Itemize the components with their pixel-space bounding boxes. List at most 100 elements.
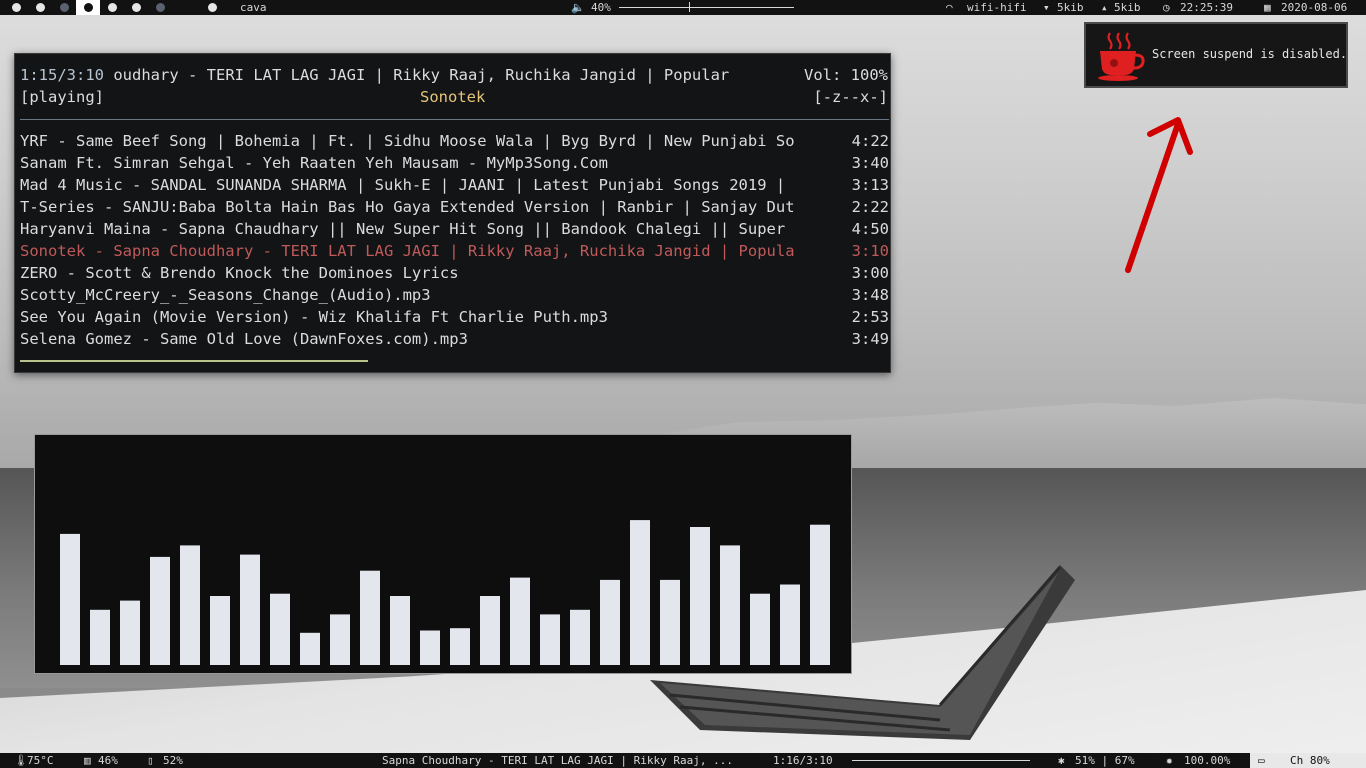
gamma-level[interactable]: 100.00%	[1184, 753, 1230, 768]
track-title: Haryanvi Maina - Sapna Chaudhary || New …	[20, 220, 786, 238]
notification-popup[interactable]: Screen suspend is disabled.	[1084, 22, 1348, 88]
visualizer-bar	[720, 545, 740, 665]
window-title: cava	[240, 1, 267, 14]
track-duration: 3:48	[851, 286, 889, 304]
battery-indicator: ▭ Ch 80%	[1250, 753, 1366, 768]
thermometer-icon: 🌡	[14, 754, 28, 767]
visualizer-bar	[120, 600, 140, 665]
track-duration: 4:50	[851, 220, 889, 238]
audio-visualizer-window[interactable]	[34, 434, 852, 674]
calendar-date[interactable]: 2020-08-06	[1281, 0, 1347, 15]
playlist-row-current[interactable]: Sonotek - Sapna Choudhary - TERI LAT LAG…	[20, 242, 889, 264]
player-volume[interactable]: Vol: 100%	[804, 66, 888, 84]
wifi-label[interactable]: wifi-hifi	[967, 0, 1027, 15]
playlist-row[interactable]: Haryanvi Maina - Sapna Chaudhary || New …	[20, 220, 889, 242]
playlist-row[interactable]: ZERO - Scott & Brendo Knock the Dominoes…	[20, 264, 889, 286]
track-duration: 3:00	[851, 264, 889, 282]
visualizer-bar	[780, 584, 800, 665]
visualizer-bar	[90, 609, 110, 665]
track-duration: 2:22	[851, 198, 889, 216]
visualizer-bar	[180, 545, 200, 665]
battery-level: Ch 80%	[1290, 754, 1330, 767]
visualizer-bar	[270, 593, 290, 665]
disk-usage: 52%	[163, 754, 183, 767]
visualizer-bar	[330, 614, 350, 665]
download-speed: 5kib	[1057, 1, 1084, 14]
visualizer-bar	[450, 628, 470, 665]
battery-icon: ▭	[1258, 754, 1265, 767]
visualizer-bar	[300, 632, 320, 665]
workspace-button-1[interactable]	[4, 0, 28, 15]
visualizer-bars	[60, 520, 830, 665]
brightness-level[interactable]: 51% | 67%	[1075, 753, 1135, 768]
visualizer-bar	[360, 570, 380, 665]
track-duration: 3:10	[851, 242, 889, 260]
track-title: Selena Gomez - Same Old Love (DawnFoxes.…	[20, 330, 468, 348]
cpu-temperature: 75°C	[27, 754, 54, 767]
coffee-cup-icon	[1098, 32, 1145, 81]
track-title: Scotty_McCreery_-_Seasons_Change_(Audio)…	[20, 286, 431, 304]
playlist-row[interactable]: T-Series - SANJU:Baba Bolta Hain Bas Ho …	[20, 198, 889, 220]
elapsed-time: 1:15/3:10	[20, 66, 104, 84]
visualizer-bar	[210, 596, 230, 665]
now-playing-title: oudhary - TERI LAT LAG JAGI | Rikky Raaj…	[113, 66, 730, 84]
track-title: Sonotek - Sapna Choudhary - TERI LAT LAG…	[20, 242, 795, 260]
upload-arrow-icon: ▴	[1101, 1, 1108, 14]
visualizer-bar	[480, 596, 500, 665]
visualizer-bar	[150, 556, 170, 665]
player-artist: Sonotek	[420, 88, 486, 106]
bottom-status-bar: 🌡 75°C ▥ 46% ▯ 52% Sapna Choudhary - TER…	[0, 753, 1366, 768]
speaker-icon[interactable]: 🔈	[571, 0, 585, 15]
visualizer-bar	[240, 554, 260, 665]
storage-icon: ▯	[147, 754, 154, 767]
workspace-button-2[interactable]	[28, 0, 52, 15]
brightness-icon: ✱	[1058, 754, 1065, 767]
track-duration: 3:13	[851, 176, 889, 194]
playlist-row[interactable]: Scotty_McCreery_-_Seasons_Change_(Audio)…	[20, 286, 889, 308]
playlist-row[interactable]: See You Again (Movie Version) - Wiz Khal…	[20, 308, 889, 330]
wifi-icon: ◠	[946, 1, 953, 14]
song-progress-slider[interactable]	[852, 760, 1030, 761]
sun-icon: ✹	[1166, 754, 1173, 767]
workspace-button-9[interactable]	[200, 0, 224, 15]
playback-progress-bar[interactable]	[20, 360, 368, 362]
visualizer-bar	[420, 630, 440, 665]
playlist-row[interactable]: YRF - Same Beef Song | Bohemia | Ft. | S…	[20, 132, 889, 154]
clock-icon: ◷	[1163, 1, 1170, 14]
playlist-row[interactable]: Sanam Ft. Simran Sehgal - Yeh Raaten Yeh…	[20, 154, 889, 176]
workspace-button-7[interactable]	[124, 0, 148, 15]
music-player-window[interactable]: 1:15/3:10 oudhary - TERI LAT LAG JAGI | …	[14, 53, 891, 373]
volume-slider[interactable]	[619, 7, 794, 8]
volume-slider-knob[interactable]	[689, 2, 690, 12]
now-playing-line: 1:15/3:10 oudhary - TERI LAT LAG JAGI | …	[20, 66, 729, 84]
workspace-button-8[interactable]	[148, 0, 172, 15]
clock-time[interactable]: 22:25:39	[1180, 0, 1233, 15]
visualizer-bar	[750, 593, 770, 665]
track-title: T-Series - SANJU:Baba Bolta Hain Bas Ho …	[20, 198, 795, 216]
download-arrow-icon: ▾	[1043, 1, 1050, 14]
workspace-button-6[interactable]	[100, 0, 124, 15]
calendar-icon: ▦	[1264, 1, 1271, 14]
visualizer-bar	[570, 609, 590, 665]
workspace-button-5[interactable]	[76, 0, 100, 15]
visualizer-bar	[810, 524, 830, 665]
track-title: Mad 4 Music - SANDAL SUNANDA SHARMA | Su…	[20, 176, 786, 194]
visualizer-bar	[60, 533, 80, 665]
visualizer-bar	[690, 527, 710, 665]
visualizer-bar	[630, 520, 650, 665]
track-title: YRF - Same Beef Song | Bohemia | Ft. | S…	[20, 132, 795, 150]
volume-label: 40%	[591, 1, 611, 14]
visualizer-bar	[510, 577, 530, 665]
track-title: Sanam Ft. Simran Sehgal - Yeh Raaten Yeh…	[20, 154, 608, 172]
playlist-row[interactable]: Selena Gomez - Same Old Love (DawnFoxes.…	[20, 330, 889, 352]
upload-speed: 5kib	[1114, 1, 1141, 14]
memory-usage: 46%	[98, 754, 118, 767]
track-title: ZERO - Scott & Brendo Knock the Dominoes…	[20, 264, 459, 282]
visualizer-bar	[540, 614, 560, 665]
bottom-song-title[interactable]: Sapna Choudhary - TERI LAT LAG JAGI | Ri…	[382, 753, 733, 768]
playlist-row[interactable]: Mad 4 Music - SANDAL SUNANDA SHARMA | Su…	[20, 176, 889, 198]
bottom-song-time: 1:16/3:10	[773, 754, 833, 767]
workspace-button-3[interactable]	[52, 0, 76, 15]
player-flags: [-z--x-]	[813, 88, 888, 106]
track-duration: 2:53	[851, 308, 889, 326]
